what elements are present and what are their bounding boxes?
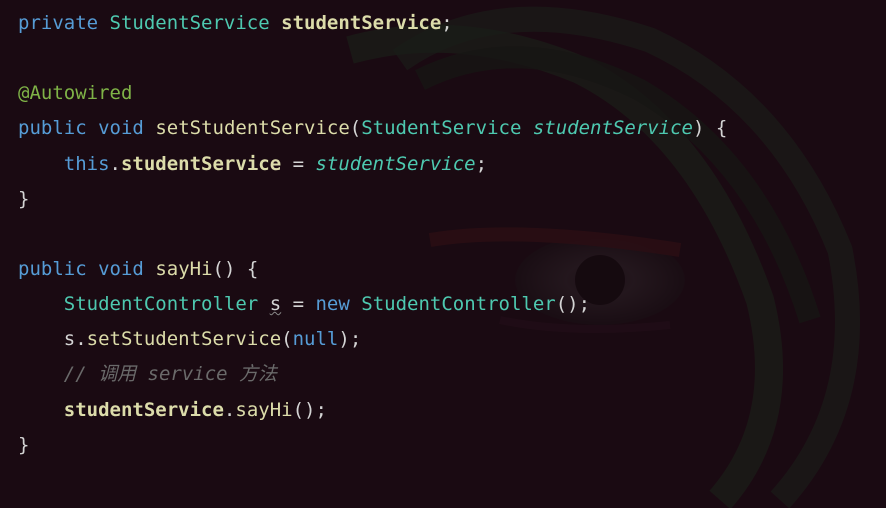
parens: () [293, 399, 316, 421]
param-name: studentService [533, 117, 693, 139]
parens: () [213, 258, 236, 280]
param-type: StudentService [361, 117, 521, 139]
semicolon: ; [315, 399, 326, 421]
type-name: StudentController [64, 293, 258, 315]
indent [18, 153, 64, 175]
method-call: sayHi [235, 399, 292, 421]
indent [18, 399, 64, 421]
comment: // 调用 service 方法 [64, 363, 277, 385]
brace-open: { [704, 117, 727, 139]
keyword-this: this [64, 153, 110, 175]
brace-open: { [235, 258, 258, 280]
type-name: StudentService [110, 12, 270, 34]
indent [18, 293, 64, 315]
assign-op: = [281, 153, 315, 175]
parens: () [556, 293, 579, 315]
brace-close: } [18, 188, 29, 210]
semicolon: ; [350, 328, 361, 350]
code-line-5: this.studentService = studentService; [18, 147, 868, 182]
assign-op: = [281, 293, 315, 315]
semicolon: ; [441, 12, 452, 34]
brace-close: } [18, 434, 29, 456]
keyword-public: public [18, 258, 87, 280]
lparen: ( [350, 117, 361, 139]
local-var: s [270, 293, 281, 315]
method-name: setStudentService [155, 117, 349, 139]
semicolon: ; [579, 293, 590, 315]
keyword-void: void [98, 258, 144, 280]
var-ref: s [64, 328, 75, 350]
code-line-11: // 调用 service 方法 [18, 357, 868, 392]
indent [18, 328, 64, 350]
rparen: ) [693, 117, 704, 139]
field-ref: studentService [121, 153, 281, 175]
dot: . [75, 328, 86, 350]
keyword-null: null [293, 328, 339, 350]
method-name: sayHi [155, 258, 212, 280]
code-line-8: public void sayHi() { [18, 252, 868, 287]
lparen: ( [281, 328, 292, 350]
code-line-12: studentService.sayHi(); [18, 393, 868, 428]
keyword-private: private [18, 12, 98, 34]
code-editor[interactable]: private StudentService studentService; @… [18, 6, 868, 463]
rparen: ) [338, 328, 349, 350]
field-ref: studentService [64, 399, 224, 421]
code-line-3: @Autowired [18, 76, 868, 111]
keyword-void: void [98, 117, 144, 139]
code-line-10: s.setStudentService(null); [18, 322, 868, 357]
code-line-blank [18, 217, 868, 252]
semicolon: ; [476, 153, 487, 175]
code-line-6: } [18, 182, 868, 217]
field-name: studentService [281, 12, 441, 34]
dot: . [110, 153, 121, 175]
annotation-autowired: @Autowired [18, 82, 132, 104]
indent [18, 363, 64, 385]
keyword-public: public [18, 117, 87, 139]
code-line-1: private StudentService studentService; [18, 6, 868, 41]
method-call: setStudentService [87, 328, 281, 350]
code-line-4: public void setStudentService(StudentSer… [18, 111, 868, 146]
constructor-type: StudentController [361, 293, 555, 315]
dot: . [224, 399, 235, 421]
param-ref: studentService [315, 153, 475, 175]
code-line-13: } [18, 428, 868, 463]
code-line-blank [18, 41, 868, 76]
keyword-new: new [315, 293, 349, 315]
code-line-9: StudentController s = new StudentControl… [18, 287, 868, 322]
